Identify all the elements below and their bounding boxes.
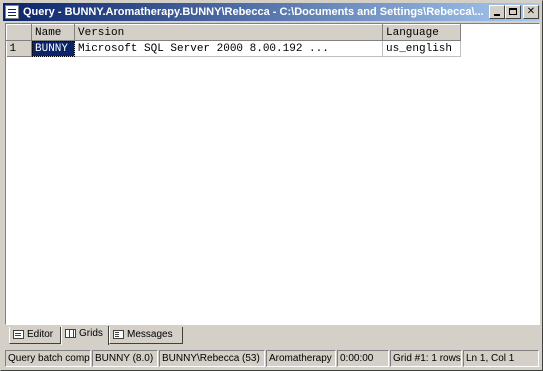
grids-icon [65,328,76,338]
tab-grids-label: Grids [79,328,103,339]
maximize-button[interactable] [505,5,521,19]
results-tabs: Editor Grids Messages [9,326,409,346]
row-number-header[interactable] [6,24,32,41]
tab-editor-label: Editor [27,329,54,340]
query-window: Query - BUNNY.Aromatherapy.BUNNY\Rebecca… [0,0,543,371]
column-header-version[interactable]: Version [74,24,383,41]
tab-messages[interactable]: Messages [109,327,183,344]
window-title: Query - BUNNY.Aromatherapy.BUNNY\Rebecca… [23,6,484,18]
column-header-language[interactable]: Language [382,24,461,41]
query-window-icon[interactable] [5,5,19,19]
status-server: BUNNY (8.0) [92,350,158,367]
grid-header-row: Name Version Language [6,24,461,41]
cell-name[interactable]: BUNNY [31,40,75,57]
results-table: Name Version Language 1 BUNNY Microsoft … [6,24,461,57]
minimize-button[interactable] [489,5,505,19]
tab-grids[interactable]: Grids [61,326,109,345]
status-user: BUNNY\Rebecca (53) [159,350,265,367]
row-number[interactable]: 1 [6,40,32,57]
cell-version[interactable]: Microsoft SQL Server 2000 8.00.192 ... [74,40,383,57]
tab-messages-label: Messages [127,329,173,340]
cell-language[interactable]: us_english [382,40,461,57]
status-bar: Query batch compl BUNNY (8.0) BUNNY\Rebe… [3,349,540,368]
status-position: Ln 1, Col 1 [463,350,539,367]
title-bar[interactable]: Query - BUNNY.Aromatherapy.BUNNY\Rebecca… [3,3,540,21]
status-elapsed: 0:00:00 [337,350,389,367]
results-grid[interactable]: Name Version Language 1 BUNNY Microsoft … [5,23,540,325]
editor-icon [13,329,24,339]
tab-editor[interactable]: Editor [9,327,61,344]
close-button[interactable]: ✕ [523,5,539,19]
column-header-name[interactable]: Name [31,24,75,41]
status-database: Aromatherapy [266,350,336,367]
messages-icon [113,329,124,339]
status-grid-info: Grid #1: 1 rows [390,350,462,367]
table-row: 1 BUNNY Microsoft SQL Server 2000 8.00.1… [6,40,461,57]
status-message: Query batch compl [5,350,91,367]
